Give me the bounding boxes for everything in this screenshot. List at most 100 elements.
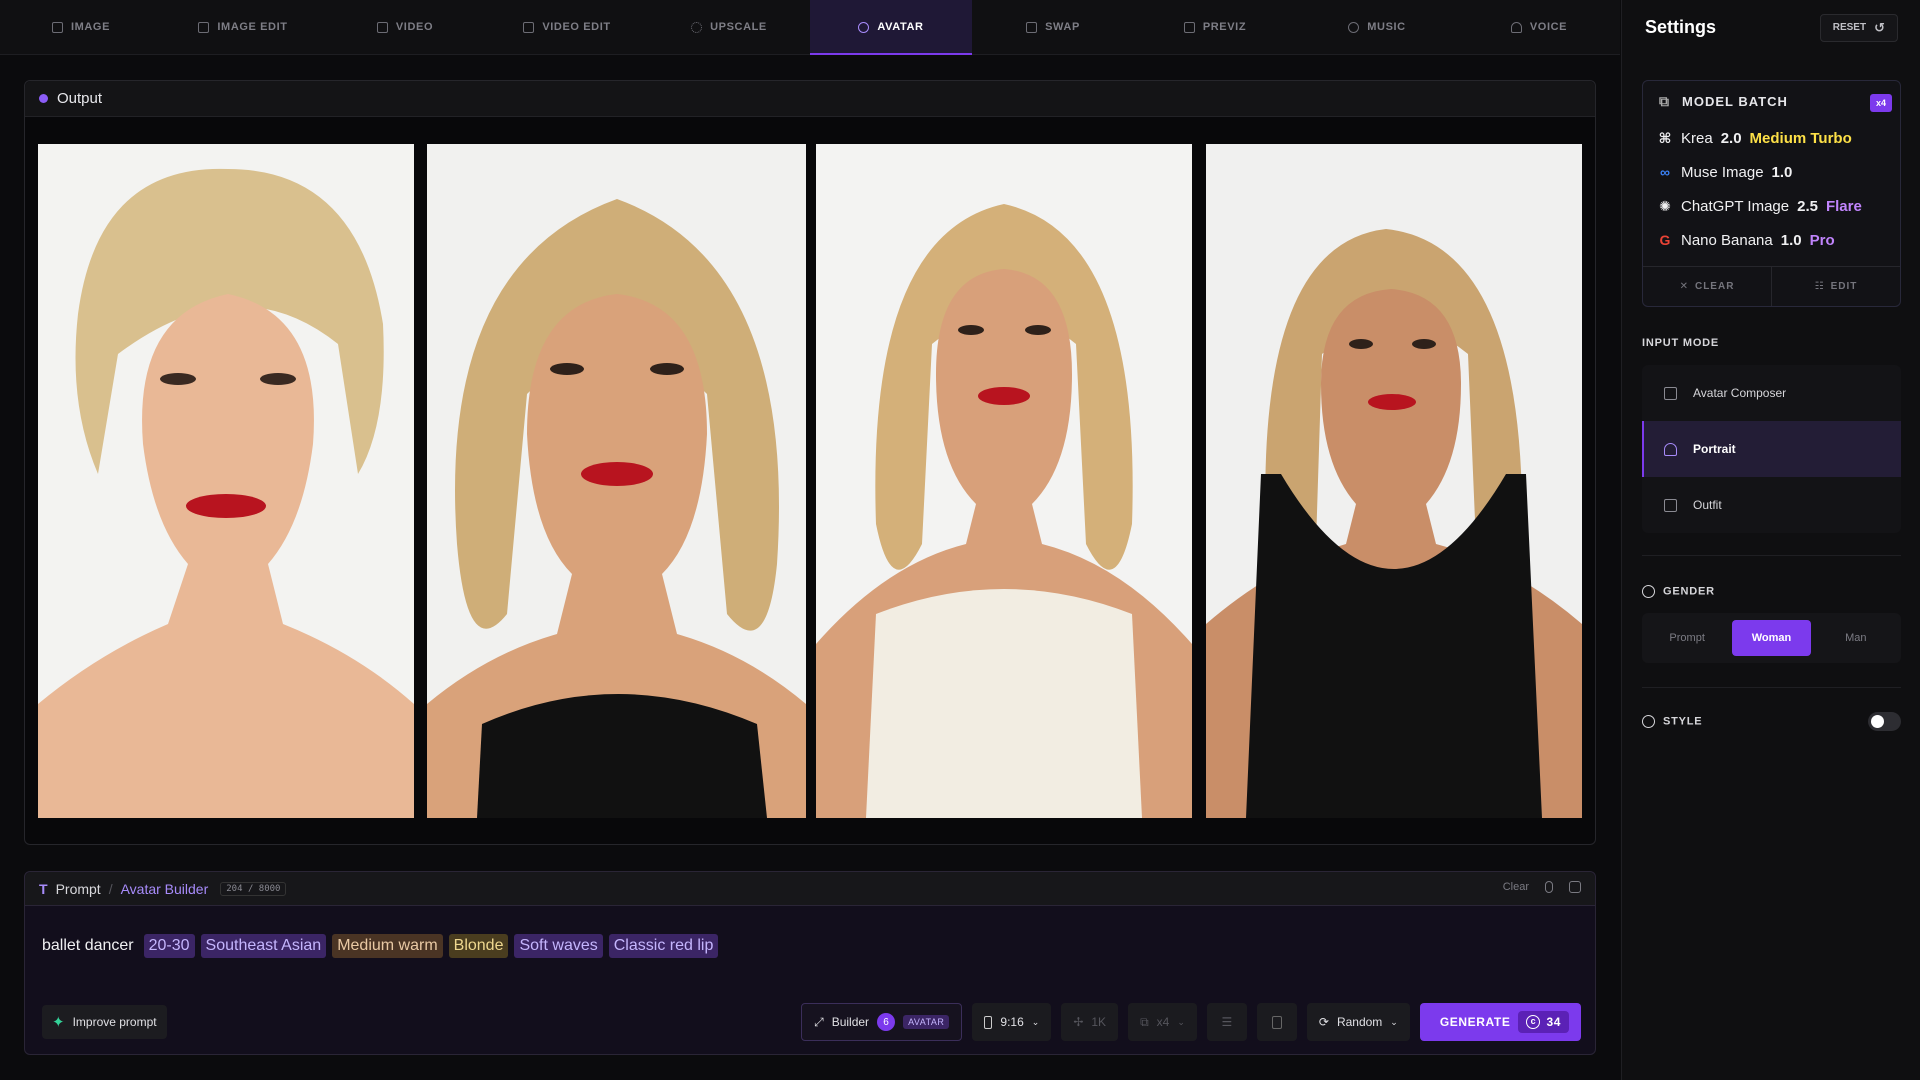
sparkle-dim-icon: ✢ — [1073, 1015, 1084, 1029]
reset-button[interactable]: RESET ↺ — [1819, 13, 1898, 42]
builder-label: Builder — [831, 1015, 870, 1029]
chip-age[interactable]: 20-30 — [143, 934, 195, 958]
model-name: Nano Banana — [1681, 231, 1773, 249]
divider — [1642, 687, 1901, 688]
batch-count-value: x4 — [1156, 1015, 1170, 1029]
batch-edit-button[interactable]: ☷ EDIT — [1771, 267, 1900, 306]
tab-swap[interactable]: SWAP — [972, 0, 1134, 54]
mode-portrait[interactable]: Portrait — [1642, 421, 1901, 477]
gender-selector: Prompt Woman Man — [1642, 613, 1901, 663]
grid-icon — [1664, 386, 1677, 400]
clear-button[interactable]: Clear — [1503, 881, 1529, 893]
style-label-row: STYLE — [1642, 715, 1702, 728]
model-version: 1.0 — [1780, 231, 1802, 249]
divider — [1642, 555, 1901, 556]
input-mode-list: Avatar Composer Portrait Outfit — [1642, 365, 1901, 533]
person-icon — [1664, 442, 1677, 456]
resolution-select[interactable]: ✢ 1K — [1061, 1003, 1119, 1041]
list-button[interactable]: ☰ — [1206, 1003, 1247, 1041]
chip-skin-tone[interactable]: Medium warm — [332, 934, 443, 958]
mode-avatar-composer[interactable]: Avatar Composer — [1642, 365, 1901, 421]
model-batch-header: ⧉ MODEL BATCH — [1643, 81, 1900, 121]
tab-video[interactable]: VIDEO — [324, 0, 486, 54]
expand-icon[interactable] — [1569, 881, 1581, 893]
mode-label: Outfit — [1693, 498, 1722, 512]
prompt-text: ballet dancer — [42, 937, 134, 954]
settings-title: Settings — [1645, 17, 1717, 37]
generation-toolbar: ⤢ Builder 6 AVATAR 9:16 ⌄ ✢ 1K ⧉ x4 ⌄ ☰ — [801, 1003, 1581, 1041]
batch-size-badge: x4 — [1869, 94, 1892, 112]
reset-label: RESET — [1832, 22, 1867, 33]
list-icon: ☰ — [1221, 1015, 1233, 1029]
model-version: 2.0 — [1720, 129, 1742, 147]
document-button[interactable] — [1256, 1003, 1297, 1041]
prompt-input[interactable]: ballet dancer 20-30 Southeast Asian Medi… — [42, 934, 719, 958]
mode-label: Portrait — [1693, 442, 1736, 456]
model-batch-title: MODEL BATCH — [1682, 93, 1788, 109]
char-count: 204 / 8000 — [220, 881, 287, 896]
output-image-2[interactable] — [427, 144, 806, 818]
mode-outfit[interactable]: Outfit — [1642, 477, 1901, 533]
music-icon — [1348, 21, 1360, 33]
reset-icon: ↺ — [1874, 19, 1885, 35]
tab-image-edit[interactable]: IMAGE EDIT — [162, 0, 324, 54]
output-image-3[interactable] — [816, 144, 1192, 818]
text-icon: T — [39, 880, 48, 897]
avatar-badge: AVATAR — [903, 1015, 950, 1029]
model-row-muse[interactable]: ∞ Muse Image 1.0 — [1643, 155, 1900, 189]
gender-option-woman[interactable]: Woman — [1732, 620, 1811, 656]
output-header: Output — [25, 81, 1595, 117]
chip-lip[interactable]: Classic red lip — [608, 934, 719, 958]
meta-icon: ∞ — [1660, 164, 1670, 180]
status-dot — [39, 94, 48, 103]
batch-edit-label: EDIT — [1830, 281, 1858, 292]
model-row-nano-banana[interactable]: G Nano Banana 1.0 Pro — [1643, 223, 1900, 257]
model-batch-footer: ✕ CLEAR ☷ EDIT — [1643, 266, 1900, 306]
input-mode-label: INPUT MODE — [1642, 337, 1720, 349]
tab-music[interactable]: MUSIC — [1296, 0, 1458, 54]
aspect-ratio-select[interactable]: 9:16 ⌄ — [972, 1003, 1052, 1041]
gender-label: GENDER — [1663, 585, 1715, 598]
chip-hair-color[interactable]: Blonde — [448, 934, 509, 958]
model-row-chatgpt[interactable]: ✺ ChatGPT Image 2.5 Flare — [1643, 189, 1900, 223]
palette-icon — [1642, 715, 1655, 728]
batch-count-select[interactable]: ⧉ x4 ⌄ — [1128, 1003, 1197, 1041]
tab-previz[interactable]: PREVIZ — [1134, 0, 1296, 54]
model-batch-card: ⧉ MODEL BATCH x4 ⌘ Krea 2.0 Medium Turbo… — [1642, 80, 1901, 307]
model-name: ChatGPT Image — [1681, 197, 1790, 215]
credit-cost: c 34 — [1518, 1011, 1569, 1033]
settings-header: Settings RESET ↺ — [1622, 0, 1920, 55]
batch-clear-label: CLEAR — [1694, 281, 1735, 292]
model-variant: Pro — [1809, 231, 1835, 249]
improve-prompt-label: Improve prompt — [72, 1015, 157, 1029]
output-image-1[interactable] — [38, 144, 414, 818]
tab-avatar[interactable]: AVATAR — [810, 0, 972, 55]
model-row-krea[interactable]: ⌘ Krea 2.0 Medium Turbo — [1643, 121, 1900, 155]
chip-ethnicity[interactable]: Southeast Asian — [200, 934, 327, 958]
tab-upscale[interactable]: UPSCALE — [648, 0, 810, 54]
refresh-icon: ⟳ — [1318, 1015, 1329, 1029]
expand-arrows-icon: ⤢ — [814, 1014, 824, 1029]
seed-select[interactable]: ⟳ Random ⌄ — [1306, 1003, 1410, 1041]
batch-clear-button[interactable]: ✕ CLEAR — [1643, 267, 1771, 306]
sparkle-icon: ✦ — [52, 1014, 65, 1031]
gender-option-man[interactable]: Man — [1817, 620, 1895, 656]
shirt-icon — [1664, 498, 1677, 512]
style-toggle[interactable] — [1868, 712, 1901, 731]
model-name: Muse Image — [1681, 163, 1764, 181]
builder-button[interactable]: ⤢ Builder 6 AVATAR — [801, 1003, 963, 1041]
output-image-4[interactable] — [1206, 144, 1582, 818]
generate-button[interactable]: GENERATE c 34 — [1419, 1003, 1581, 1041]
prompt-panel: T Prompt / Avatar Builder 204 / 8000 Cle… — [24, 871, 1596, 1055]
tab-image[interactable]: IMAGE — [0, 0, 162, 54]
avatar-builder-link[interactable]: Avatar Builder — [121, 881, 209, 897]
aspect-ratio-value: 9:16 — [1000, 1015, 1024, 1029]
gender-option-prompt[interactable]: Prompt — [1648, 620, 1726, 656]
chip-hair-style[interactable]: Soft waves — [514, 934, 603, 958]
tab-voice[interactable]: VOICE — [1458, 0, 1620, 54]
swap-icon — [1026, 21, 1038, 33]
tab-video-edit[interactable]: VIDEO EDIT — [486, 0, 648, 54]
microphone-icon[interactable] — [1545, 881, 1553, 893]
breadcrumb-separator: / — [108, 880, 113, 897]
improve-prompt-button[interactable]: ✦ Improve prompt — [42, 1005, 167, 1039]
